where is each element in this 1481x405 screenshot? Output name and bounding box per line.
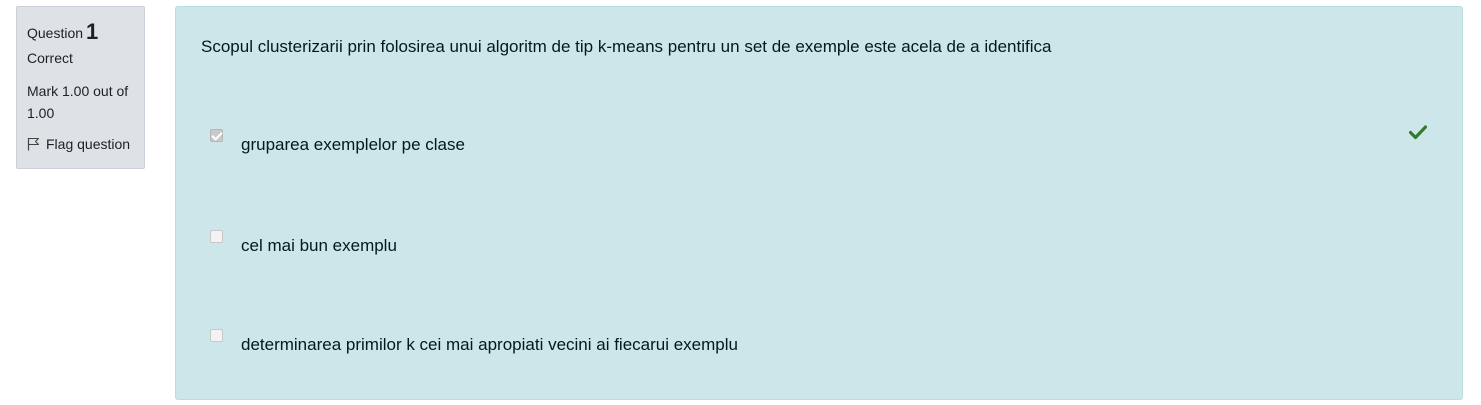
flag-icon: [27, 137, 40, 151]
question-number-heading: Question 1: [27, 17, 134, 47]
answer-checkbox-3[interactable]: [210, 329, 223, 342]
answer-checkbox-1[interactable]: [210, 129, 223, 142]
answer-option-2: cel mai bun exemplu: [210, 230, 1440, 260]
answer-option-3: determinarea primilor k cei mai apropiat…: [210, 329, 1440, 359]
question-state: Correct: [27, 50, 73, 66]
question-info-panel: Question 1 Correct Mark 1.00 out of 1.00 …: [16, 6, 145, 169]
question-text: Scopul clusterizarii prin folosirea unui…: [201, 37, 1052, 56]
answer-checkbox-2[interactable]: [210, 230, 223, 243]
check-icon: [1409, 125, 1427, 140]
question-number: 1: [86, 19, 99, 44]
quiz-page: Question 1 Correct Mark 1.00 out of 1.00 …: [0, 0, 1481, 405]
flag-question-link[interactable]: Flag question: [27, 134, 134, 154]
question-content: Scopul clusterizarii prin folosirea unui…: [175, 6, 1463, 400]
question-grade: Mark 1.00 out of 1.00: [27, 83, 129, 121]
answer-label-2: cel mai bun exemplu: [241, 236, 397, 255]
answer-label-3: determinarea primilor k cei mai apropiat…: [241, 335, 738, 354]
flag-question-label: Flag question: [46, 136, 131, 152]
question-label: Question: [27, 25, 84, 41]
answer-option-1: gruparea exemplelor pe clase: [210, 129, 1440, 159]
answer-label-1: gruparea exemplelor pe clase: [241, 135, 465, 154]
